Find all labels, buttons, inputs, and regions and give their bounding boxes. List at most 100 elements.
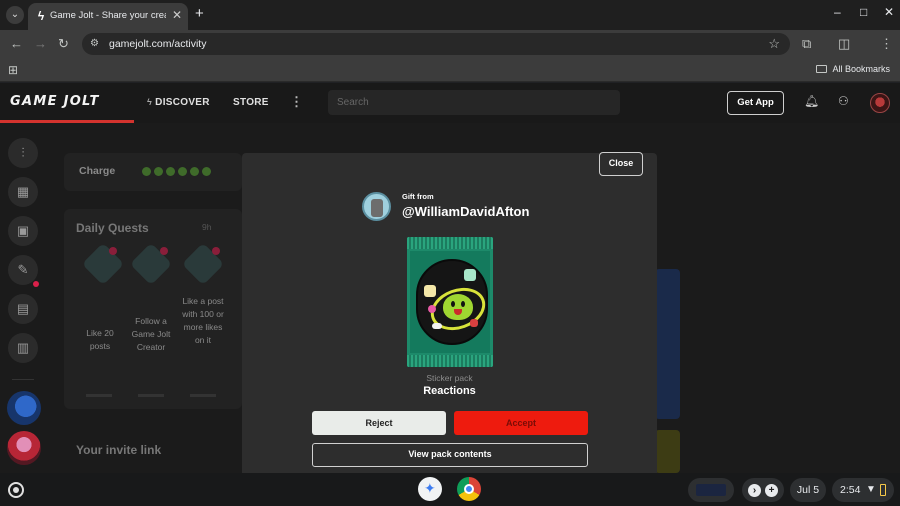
invite-link-title: Your invite link <box>76 443 162 457</box>
reload-icon[interactable]: ↻ <box>58 36 69 52</box>
browser-toolbar: ← → ↻ ⚙ gamejolt.com/activity ☆ ⧉ ◫ ⋮ <box>0 30 900 58</box>
get-app-button[interactable]: Get App <box>727 91 784 115</box>
minimize-button[interactable]: – <box>834 5 841 19</box>
user-avatar[interactable] <box>870 93 890 113</box>
date-tray[interactable]: Jul 5 <box>790 478 826 502</box>
holding-space-tray[interactable] <box>688 478 734 502</box>
pack-sticker <box>470 319 478 327</box>
quest-badge <box>109 247 117 255</box>
pack-crimp-bottom <box>407 355 493 367</box>
sender-avatar[interactable] <box>362 192 391 221</box>
quest-text: Like a post with 100 or more likes on it <box>182 296 224 345</box>
charge-label: Charge <box>79 165 116 177</box>
sidebar-inventory-icon[interactable]: ▣ <box>8 216 38 246</box>
charge-orb <box>190 167 199 176</box>
pack-sticker <box>428 305 436 313</box>
mascot-eye <box>461 301 465 307</box>
arrow-icon: › <box>748 484 761 497</box>
pack-kind: Sticker pack <box>426 373 473 383</box>
clock-text: 2:54 <box>840 484 861 496</box>
charge-orb <box>142 167 151 176</box>
sidebar-community-avatar[interactable] <box>7 391 41 425</box>
nav-discover-label: DISCOVER <box>155 97 210 108</box>
battery-icon <box>880 484 886 496</box>
chrome-center-icon <box>464 484 474 494</box>
all-bookmarks-label: All Bookmarks <box>832 64 890 74</box>
charge-card: Charge <box>64 153 242 191</box>
bell-icon[interactable]: 🔔︎ <box>804 94 819 108</box>
mascot-mouth <box>454 309 462 315</box>
chrome-icon[interactable] <box>457 477 481 501</box>
tab-search-chevron-down-icon[interactable]: ⌄ <box>6 6 24 24</box>
folder-icon <box>816 65 828 73</box>
status-tray[interactable]: 2:54 ▼ <box>832 478 894 502</box>
search-placeholder: Search <box>337 97 369 108</box>
launcher-icon[interactable] <box>8 482 24 498</box>
left-sidebar: ⫶ ▦ ▣ ✎ ▤ ▥ <box>0 123 46 473</box>
tray-thumbnail <box>696 484 726 496</box>
extensions-icon[interactable]: ⧉ <box>802 36 811 52</box>
reject-button[interactable]: Reject <box>312 411 446 435</box>
nav-store[interactable]: STORE <box>233 97 269 108</box>
menu-dots-icon[interactable]: ⋮ <box>880 36 893 52</box>
star-icon[interactable]: ☆ <box>768 36 780 52</box>
pack-sticker <box>424 285 436 297</box>
tab-close-icon[interactable]: ✕ <box>172 8 182 22</box>
charge-orb <box>166 167 175 176</box>
pack-name: Reactions <box>423 385 476 397</box>
system-shelf: ✦ › + Jul 5 2:54 ▼ <box>0 473 900 506</box>
sidebar-divider <box>12 379 34 380</box>
quick-add-tray[interactable]: › + <box>742 478 784 502</box>
sidebar-activity-icon[interactable]: ⫶ <box>8 138 38 168</box>
sidebar-library-icon[interactable]: ▥ <box>8 333 38 363</box>
wifi-icon: ▼ <box>866 484 876 495</box>
gamejolt-favicon-icon: ϟ <box>37 9 45 23</box>
bookmarks-bar: ⊞ All Bookmarks <box>0 58 900 82</box>
left-column: Charge Daily Quests 9h Like 20 posts Fol… <box>64 123 244 473</box>
forward-arrow-icon[interactable]: → <box>34 36 47 52</box>
friends-icon[interactable]: ⚇ <box>838 94 849 108</box>
accept-button[interactable]: Accept <box>454 411 588 435</box>
apps-grid-icon[interactable]: ⊞ <box>8 63 18 77</box>
sender-avatar-figure <box>371 199 383 217</box>
site-settings-icon[interactable]: ⚙ <box>90 37 104 51</box>
maximize-button[interactable]: □ <box>860 5 867 19</box>
back-arrow-icon[interactable]: ← <box>10 36 23 52</box>
quest-badge <box>212 247 220 255</box>
gemini-icon[interactable]: ✦ <box>418 477 442 501</box>
site-header: GAME JOLT ϟ DISCOVER STORE ⋮ Search Get … <box>0 83 900 123</box>
charge-orb <box>154 167 163 176</box>
nav-more-icon[interactable]: ⋮ <box>290 94 303 110</box>
quest-progress-bar <box>86 394 112 397</box>
url-text: gamejolt.com/activity <box>109 38 207 50</box>
nav-discover[interactable]: ϟ DISCOVER <box>147 97 210 108</box>
daily-quests-time: 9h <box>202 222 212 232</box>
sender-username[interactable]: @WilliamDavidAfton <box>402 204 529 219</box>
bolt-icon: ϟ <box>147 97 153 107</box>
reading-list-icon[interactable]: ◫ <box>838 36 850 52</box>
sticker-pack-image <box>407 237 493 367</box>
pack-sticker <box>432 323 442 329</box>
sidebar-community-avatar[interactable] <box>7 431 41 465</box>
gemini-star-icon: ✦ <box>424 480 436 496</box>
browser-tab[interactable]: ϟ Game Jolt - Share your creations ✕ <box>28 3 188 30</box>
sidebar-shop-icon[interactable]: ▦ <box>8 177 38 207</box>
address-bar[interactable]: ⚙ gamejolt.com/activity ☆ <box>82 33 790 55</box>
new-tab-button[interactable]: + <box>195 5 204 22</box>
add-icon: + <box>765 484 778 497</box>
feed-side-card <box>655 430 680 473</box>
gamejolt-logo[interactable]: GAME JOLT <box>10 94 100 109</box>
browser-tab-strip: ⌄ ϟ Game Jolt - Share your creations ✕ +… <box>0 0 900 30</box>
pack-artwork <box>416 259 492 345</box>
quest-progress-bar <box>190 394 216 397</box>
feed-side-card <box>655 269 680 419</box>
sidebar-chat-icon[interactable]: ▤ <box>8 294 38 324</box>
close-window-button[interactable]: ✕ <box>884 5 894 19</box>
close-button[interactable]: Close <box>599 152 643 176</box>
charge-orb <box>202 167 211 176</box>
site-search-input[interactable]: Search <box>328 90 620 115</box>
all-bookmarks-button[interactable]: All Bookmarks <box>816 64 890 74</box>
view-pack-contents-button[interactable]: View pack contents <box>312 443 588 467</box>
gift-from-label: Gift from <box>402 192 434 201</box>
tab-title: Game Jolt - Share your creations <box>50 10 166 21</box>
